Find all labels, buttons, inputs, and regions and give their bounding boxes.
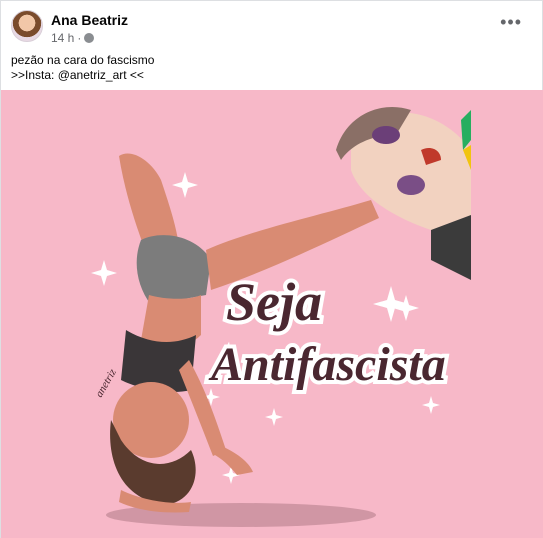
post-time[interactable]: 14 h [51,31,74,45]
artwork-text-antifascista: Antifascista [208,338,446,391]
artwork-illustration: Seja Seja Antifascista Antifascista anet… [1,90,543,538]
facebook-post: Ana Beatriz 14 h · ••• pezão na cara do … [0,0,543,538]
post-caption: pezão na cara do fascismo >>Insta: @anet… [11,53,154,83]
artwork-text-seja: Seja [226,272,322,332]
globe-icon [84,33,95,43]
caption-line-2: >>Insta: @anetriz_art << [11,68,144,82]
post-image[interactable]: Seja Seja Antifascista Antifascista anet… [1,90,543,538]
post-meta: 14 h · [51,31,95,45]
more-options-icon[interactable]: ••• [500,13,522,31]
author-avatar[interactable] [11,10,43,42]
post-header: Ana Beatriz 14 h · ••• [1,1,542,47]
author-name[interactable]: Ana Beatriz [51,12,128,28]
caption-line-1: pezão na cara do fascismo [11,53,155,67]
